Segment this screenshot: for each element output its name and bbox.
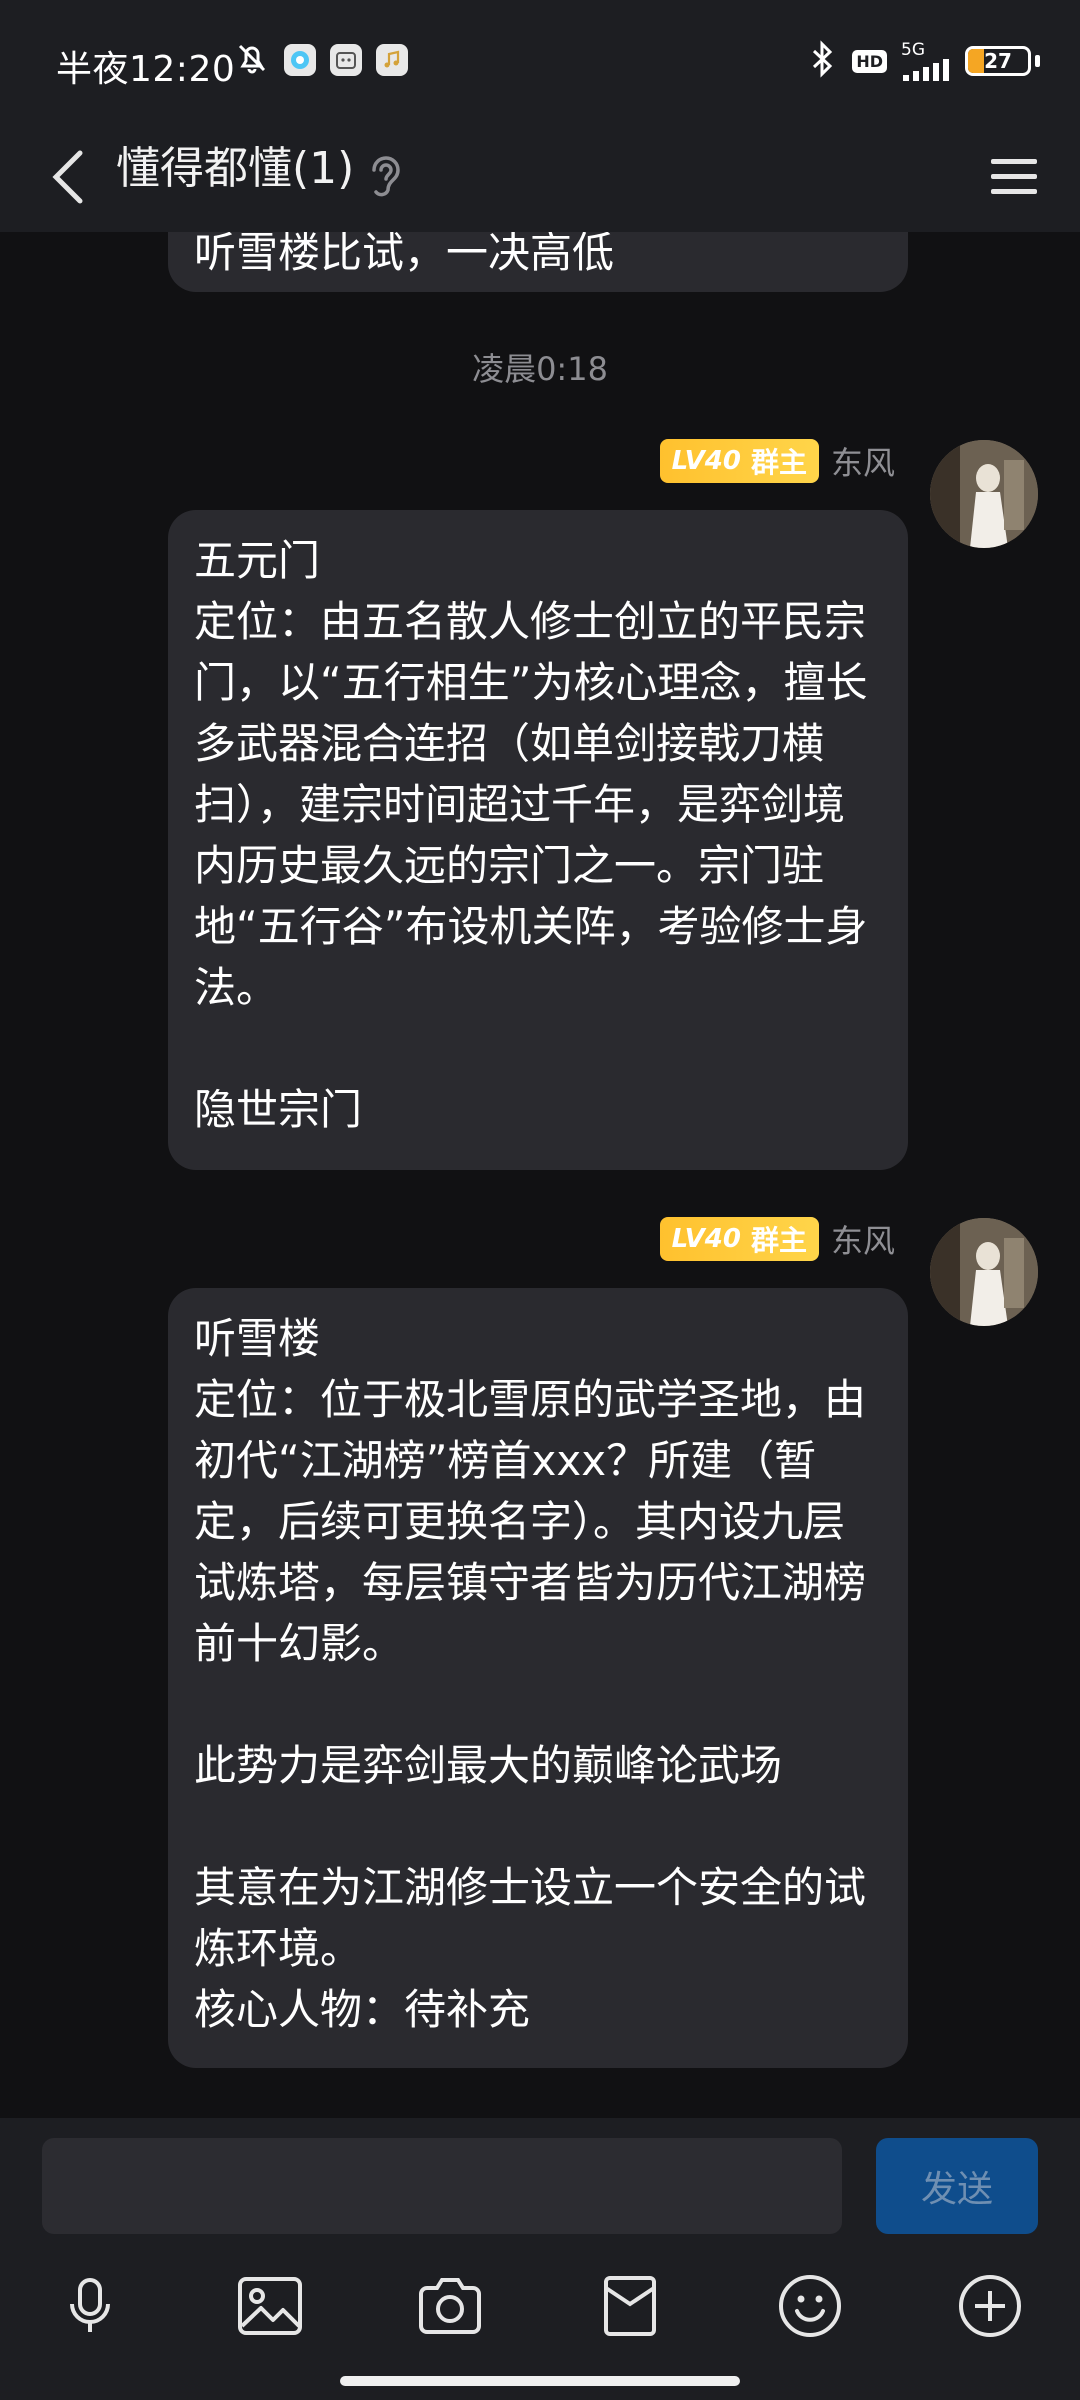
emoji-button[interactable] — [760, 2256, 860, 2356]
hd-badge: HD — [852, 49, 887, 73]
chat-screen: 半夜12:20 HD 5G 27 懂得都懂(1) 听雪楼比试，一决高低 凌晨0:… — [0, 0, 1080, 2400]
network-type: 5G — [901, 39, 925, 60]
camera-icon — [419, 2278, 481, 2334]
avatar[interactable] — [930, 440, 1038, 548]
status-notification-icons — [234, 40, 408, 80]
calendar-notification-icon — [330, 44, 362, 76]
battery-cap — [1035, 55, 1040, 67]
status-bar: 半夜12:20 HD 5G 27 — [0, 0, 1080, 120]
signal-bars-icon — [903, 58, 949, 81]
battery-fill — [968, 49, 985, 73]
sender-name[interactable]: 东风 — [831, 1216, 895, 1262]
input-panel: 发送 — [0, 2118, 1080, 2400]
battery-indicator: 27 — [965, 46, 1031, 76]
message-bubble[interactable]: 听雪楼 定位：位于极北雪原的武学圣地，由初代“江湖榜”榜首xxx？所建（暂定，后… — [168, 1288, 908, 2068]
level-label: LV40 — [671, 446, 741, 476]
image-button[interactable] — [220, 2256, 320, 2356]
red-packet-icon — [604, 2276, 656, 2336]
image-icon — [238, 2277, 302, 2335]
chat-header: 懂得都懂(1) — [0, 120, 1080, 232]
bell-off-icon — [234, 40, 270, 80]
input-toolbar — [0, 2256, 1080, 2376]
signal-indicator: 5G — [901, 39, 951, 81]
plus-icon — [959, 2275, 1021, 2337]
status-time: 半夜12:20 — [56, 49, 236, 90]
message-bubble[interactable]: 五元门 定位：由五名散人修士创立的平民宗门，以“五行相生”为核心理念，擅长多武器… — [168, 510, 908, 1170]
bluetooth-icon — [808, 40, 838, 82]
music-notification-icon — [376, 44, 408, 76]
ear-icon[interactable] — [364, 150, 404, 202]
message-timestamp: 凌晨0:18 — [472, 350, 608, 388]
avatar[interactable] — [930, 1218, 1038, 1326]
role-label: 群主 — [750, 446, 807, 479]
sender-info: LV40 群主 东风 — [659, 438, 895, 484]
send-button[interactable]: 发送 — [876, 2138, 1038, 2234]
more-button[interactable] — [940, 2256, 1040, 2356]
message-bubble-partial[interactable]: 听雪楼比试，一决高低 — [168, 232, 908, 292]
chevron-left-icon — [52, 150, 83, 204]
sender-info: LV40 群主 东风 — [659, 1216, 895, 1262]
red-packet-button[interactable] — [580, 2256, 680, 2356]
camera-button[interactable] — [400, 2256, 500, 2356]
level-label: LV40 — [671, 1224, 741, 1254]
home-indicator[interactable] — [340, 2376, 740, 2386]
group-owner-badge: LV40 群主 — [659, 1217, 819, 1261]
microphone-icon — [70, 2278, 110, 2332]
emoji-icon — [779, 2275, 841, 2337]
chat-title[interactable]: 懂得都懂(1) — [116, 138, 354, 200]
message-list[interactable]: 听雪楼比试，一决高低 凌晨0:18 LV40 群主 东风 五元门 定位：由五名散… — [0, 232, 1080, 2118]
status-system-icons: HD 5G 27 — [808, 40, 1040, 82]
group-owner-badge: LV40 群主 — [659, 439, 819, 483]
message-input[interactable] — [42, 2138, 842, 2234]
battery-level: 27 — [984, 49, 1012, 73]
message-text: 听雪楼比试，一决高低 — [194, 232, 615, 277]
sender-name[interactable]: 东风 — [831, 438, 895, 484]
menu-button[interactable] — [982, 142, 1046, 212]
app-notification-icon — [284, 44, 316, 76]
voice-button[interactable] — [40, 2256, 140, 2356]
role-label: 群主 — [750, 1224, 807, 1257]
back-button[interactable] — [38, 142, 98, 212]
hamburger-menu-icon — [991, 159, 1037, 194]
